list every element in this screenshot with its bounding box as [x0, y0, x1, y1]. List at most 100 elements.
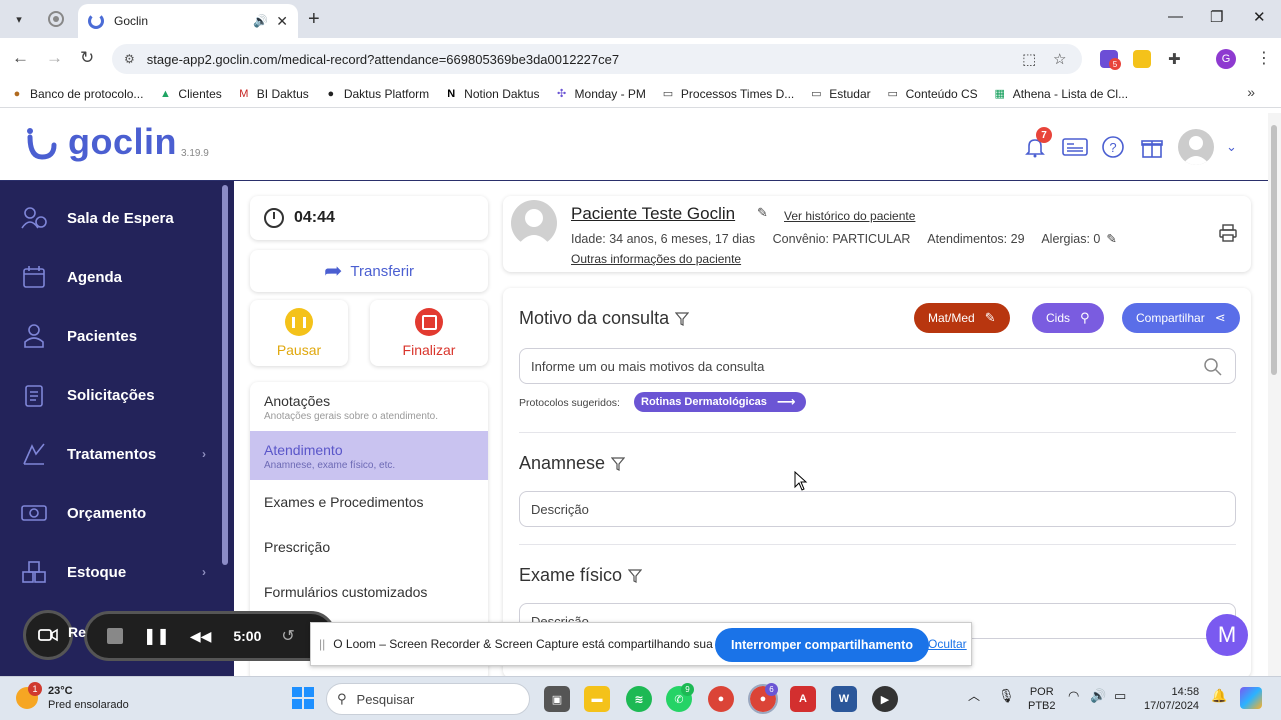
stop-sharing-button[interactable]: Interromper compartilhamento: [715, 628, 929, 662]
taskbar-search[interactable]: ⚲ Pesquisar: [326, 683, 530, 715]
menu-item-atendimento[interactable]: Atendimento Anamnese, exame físico, etc.: [250, 431, 488, 480]
weather-widget[interactable]: 1 23°C Pred ensolarado: [16, 682, 129, 712]
sidebar-item-tratamentos[interactable]: Tratamentos ›: [0, 429, 234, 479]
copilot-icon[interactable]: [1240, 687, 1262, 709]
hide-notification-link[interactable]: Ocultar: [928, 637, 967, 651]
browser-tab[interactable]: Goclin 🔊 ✕: [78, 4, 298, 38]
close-tab-icon[interactable]: ✕: [276, 13, 288, 30]
menu-item-prescricao[interactable]: Prescrição: [250, 525, 488, 569]
show-hidden-icons-icon[interactable]: ︿: [968, 689, 980, 703]
page-scrollbar[interactable]: [1268, 113, 1281, 676]
bookmark-item[interactable]: ▭ Estudar: [809, 87, 871, 101]
print-icon[interactable]: [1219, 224, 1237, 247]
tab-search-icon[interactable]: ▾: [8, 8, 30, 30]
anamnese-description-field[interactable]: Descrição: [519, 491, 1236, 527]
extensions-puzzle-icon[interactable]: ✚: [1168, 50, 1181, 68]
bookmark-item[interactable]: M BI Daktus: [237, 87, 309, 101]
cids-button[interactable]: Cids ⚲: [1032, 303, 1104, 333]
keep-extension-icon[interactable]: [1133, 50, 1151, 68]
user-avatar[interactable]: [1178, 129, 1214, 165]
windows-start-button[interactable]: [292, 687, 314, 709]
patient-history-link[interactable]: Ver histórico do paciente: [784, 209, 915, 223]
edit-pencil-icon[interactable]: ✎: [757, 205, 768, 221]
news-icon[interactable]: [1061, 135, 1089, 159]
bookmark-item[interactable]: ● Banco de protocolo...: [10, 87, 144, 101]
loom-camera-button[interactable]: [23, 610, 73, 660]
sidebar-item-orcamento[interactable]: Orçamento: [0, 488, 234, 538]
sidebar-scrollbar[interactable]: [222, 185, 228, 565]
patient-name-link[interactable]: Paciente Teste Goclin: [571, 204, 735, 224]
audio-playing-icon[interactable]: 🔊: [253, 14, 268, 28]
task-view-icon[interactable]: ▣: [544, 686, 570, 712]
bookmark-item[interactable]: ✣ Monday - PM: [555, 87, 646, 101]
sidebar-item-label: Solicitações: [67, 386, 155, 404]
sidebar-item-estoque[interactable]: Estoque ›: [0, 547, 234, 597]
file-explorer-icon[interactable]: ▬: [584, 686, 610, 712]
transfer-button[interactable]: ➦ Transferir: [250, 250, 488, 292]
loom-pause-icon[interactable]: ❚❚: [143, 626, 170, 646]
loom-stop-icon[interactable]: [107, 628, 123, 644]
gift-icon[interactable]: [1140, 135, 1164, 159]
help-icon[interactable]: ?: [1101, 135, 1125, 159]
loom-rewind-icon[interactable]: ◀◀: [190, 628, 212, 645]
goclin-logo[interactable]: goclin 3.19.9: [24, 123, 209, 161]
patient-more-info-link[interactable]: Outras informações do paciente: [571, 252, 741, 266]
word-icon[interactable]: W: [831, 686, 857, 712]
sidebar-item-agenda[interactable]: Agenda: [0, 252, 234, 302]
page-scrollbar-thumb[interactable]: [1271, 125, 1277, 375]
share-button[interactable]: Compartilhar ⋖: [1122, 303, 1240, 333]
matmed-button[interactable]: Mat/Med ✎: [914, 303, 1010, 333]
clock[interactable]: 14:58 17/07/2024: [1144, 685, 1199, 713]
loom-restart-icon[interactable]: ↺: [281, 626, 294, 646]
install-app-icon[interactable]: ⬚: [1022, 50, 1036, 68]
filter-icon[interactable]: [611, 456, 626, 471]
pause-button[interactable]: Pausar: [250, 300, 348, 366]
minimize-window-icon[interactable]: —: [1168, 8, 1183, 25]
back-icon[interactable]: ←: [12, 48, 29, 68]
sidebar-item-pacientes[interactable]: Pacientes: [0, 311, 234, 361]
chevron-down-icon[interactable]: ⌄: [1226, 139, 1237, 155]
finish-button[interactable]: Finalizar: [370, 300, 488, 366]
bookmark-star-icon[interactable]: ☆: [1053, 50, 1066, 68]
language-indicator[interactable]: POR PTB2: [1028, 685, 1056, 713]
maximize-window-icon[interactable]: ❐: [1210, 8, 1223, 26]
acrobat-icon[interactable]: A: [790, 686, 816, 712]
microphone-icon[interactable]: 🎙: [998, 689, 1015, 703]
forward-icon[interactable]: →: [46, 48, 63, 68]
menu-item-formularios[interactable]: Formulários customizados: [250, 570, 488, 614]
close-window-icon[interactable]: ✕: [1253, 8, 1266, 26]
address-bar[interactable]: ⚙ stage-app2.goclin.com/medical-record?a…: [112, 44, 1082, 74]
site-info-icon[interactable]: ⚙: [124, 52, 135, 66]
sidebar-item-sala-de-espera[interactable]: Sala de Espera: [0, 193, 234, 243]
bookmark-item[interactable]: N Notion Daktus: [444, 87, 539, 101]
menu-item-exames[interactable]: Exames e Procedimentos: [250, 480, 488, 524]
filter-icon[interactable]: [628, 568, 643, 583]
more-bookmarks-icon[interactable]: »: [1247, 84, 1255, 100]
new-tab-button[interactable]: +: [308, 8, 320, 31]
filter-icon[interactable]: [675, 311, 690, 326]
chrome-icon[interactable]: ●: [708, 686, 734, 712]
profile-avatar[interactable]: G: [1216, 49, 1236, 69]
bookmark-item[interactable]: ● Daktus Platform: [324, 87, 429, 101]
drag-handle-icon[interactable]: ||: [319, 637, 325, 651]
menu-item-anotacoes[interactable]: Anotações Anotações gerais sobre o atend…: [250, 382, 488, 431]
battery-icon[interactable]: ▭: [1114, 689, 1126, 703]
reload-icon[interactable]: ↻: [80, 48, 94, 68]
bookmark-item[interactable]: ▦ Athena - Lista de Cl...: [993, 87, 1128, 101]
spotify-icon[interactable]: ≋: [626, 686, 652, 712]
bookmark-item[interactable]: ▭ Processos Times D...: [661, 87, 795, 101]
wifi-icon[interactable]: ◠: [1068, 689, 1079, 703]
motivo-search-input[interactable]: Informe um ou mais motivos da consulta: [519, 348, 1236, 384]
extension-icon[interactable]: 5: [1100, 50, 1121, 70]
bookmark-item[interactable]: ▲ Clientes: [158, 87, 222, 101]
media-player-icon[interactable]: ▶: [872, 686, 898, 712]
chat-launcher-button[interactable]: M: [1206, 614, 1248, 656]
chrome-menu-icon[interactable]: ⋮: [1256, 48, 1272, 68]
sidebar-item-solicitacoes[interactable]: Solicitações: [0, 370, 234, 420]
volume-icon[interactable]: 🔊: [1090, 689, 1106, 703]
protocol-tag-button[interactable]: Rotinas Dermatológicas ⟶: [634, 392, 806, 412]
bookmark-item[interactable]: ▭ Conteúdo CS: [886, 87, 977, 101]
notification-bell-icon[interactable]: 🔔: [1211, 689, 1227, 703]
edit-allergies-icon[interactable]: ✎: [1106, 232, 1116, 246]
search-icon[interactable]: [1203, 357, 1223, 377]
